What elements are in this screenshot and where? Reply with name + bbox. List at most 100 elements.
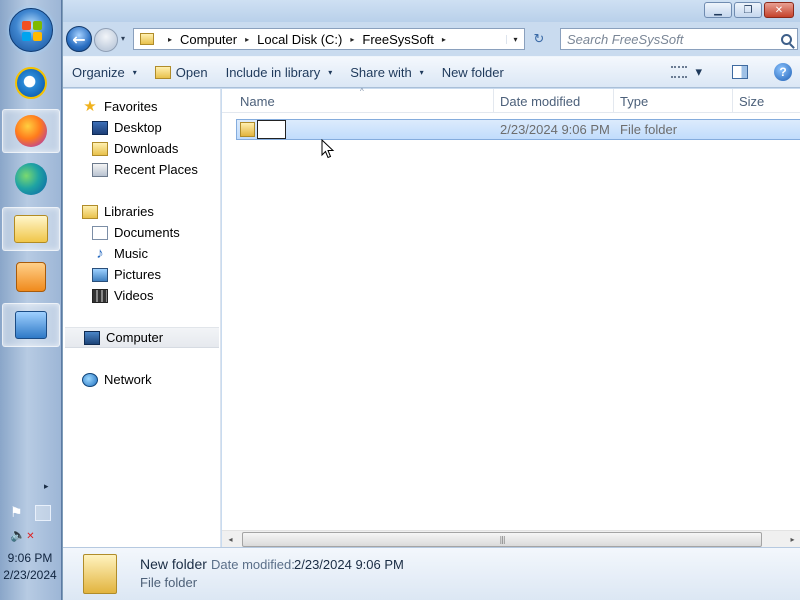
network-icon [82, 372, 98, 387]
nav-documents[interactable]: Documents [63, 222, 221, 243]
music-note-icon: ♪ [96, 244, 104, 262]
action-center-flag-icon[interactable]: ⚑ [10, 505, 23, 521]
taskbar-edge[interactable] [2, 157, 60, 201]
nav-pictures[interactable]: Pictures [63, 264, 221, 285]
explorer-window: ▁ ❐ ✕ ← ▾ ▸ Computer ▸ Local Disk (C:) ▸… [62, 0, 800, 600]
edge-icon [15, 163, 47, 195]
speaker-glyph: 🔈 [10, 528, 27, 543]
nav-downloads-label: Downloads [114, 141, 179, 156]
start-button[interactable] [9, 8, 53, 52]
taskbar-firefox[interactable] [2, 109, 60, 153]
nav-music[interactable]: ♪ Music [63, 243, 221, 264]
file-row-selected[interactable]: 2/23/2024 9:06 PM File folder [236, 119, 800, 140]
breadcrumb-separator[interactable]: ▸ [168, 35, 172, 44]
desktop-icon [92, 120, 108, 135]
column-name[interactable]: Name [234, 89, 494, 113]
share-with-button[interactable]: Share with ▾ [341, 60, 432, 84]
windows-logo-icon [22, 21, 42, 41]
show-hidden-icons-button[interactable]: ▸ [44, 482, 49, 492]
nav-libraries[interactable]: Libraries [63, 201, 221, 222]
minimize-button[interactable]: ▁ [704, 2, 732, 18]
search-placeholder: Search FreeSysSoft [567, 31, 684, 47]
nav-documents-label: Documents [114, 225, 180, 240]
breadcrumb-separator[interactable]: ▸ [350, 35, 354, 44]
window-controls: ▁ ❐ ✕ [704, 2, 794, 18]
nav-videos-label: Videos [114, 288, 154, 303]
pictures-icon [92, 267, 108, 282]
help-icon[interactable]: ? [774, 63, 792, 81]
volume-muted-icon[interactable]: 🔈✕ [10, 528, 35, 543]
change-view-icon[interactable] [671, 66, 688, 78]
nav-videos[interactable]: Videos [63, 285, 221, 306]
recent-pages-dropdown[interactable]: ▾ [121, 34, 125, 43]
windows-explorer-icon [14, 215, 48, 243]
documents-icon [92, 225, 108, 240]
scroll-left-button[interactable]: ◂ [222, 532, 239, 547]
taskbar-media-player[interactable] [2, 255, 60, 299]
nav-network-label: Network [104, 372, 152, 387]
title-bar[interactable]: ▁ ❐ ✕ [63, 0, 800, 22]
column-date-modified[interactable]: Date modified [494, 89, 614, 113]
column-header-row: ^ Name Date modified Type Size [222, 87, 800, 113]
preview-pane-icon[interactable] [732, 65, 748, 79]
videos-film-icon [92, 288, 108, 303]
nav-desktop[interactable]: Desktop [63, 117, 221, 138]
nav-downloads[interactable]: Downloads [63, 138, 221, 159]
chevron-down-icon: ▾ [132, 67, 137, 77]
address-dropdown-button[interactable]: ▾ [506, 34, 524, 44]
folder-large-icon [83, 554, 117, 594]
taskbar-windows-explorer[interactable] [2, 207, 60, 251]
column-size[interactable]: Size [733, 89, 800, 113]
refresh-button[interactable]: ↻ [528, 29, 550, 49]
control-panel-icon [15, 311, 47, 339]
computer-icon [84, 330, 100, 345]
nav-favorites[interactable]: ★ Favorites [63, 96, 221, 117]
organize-button[interactable]: Organize ▾ [63, 60, 146, 84]
folder-icon [140, 33, 154, 45]
breadcrumb-computer[interactable]: Computer [180, 32, 237, 47]
share-with-label: Share with [350, 64, 412, 80]
nav-network[interactable]: Network [63, 369, 221, 390]
nav-desktop-label: Desktop [114, 120, 162, 135]
taskbar-control-panel[interactable] [2, 303, 60, 347]
nav-computer[interactable]: Computer [65, 327, 219, 348]
mouse-pointer-icon [321, 139, 335, 159]
details-date-label: Date modified: [211, 557, 295, 572]
media-player-icon [16, 262, 46, 292]
muted-mark: ✕ [26, 531, 35, 542]
open-folder-icon [154, 65, 171, 79]
back-button[interactable]: ← [66, 26, 92, 52]
clock-time[interactable]: 9:06 PM [0, 551, 60, 565]
search-input[interactable]: Search FreeSysSoft [560, 28, 798, 50]
taskbar: ▸ ⚑ 🔈✕ 9:06 PM 2/23/2024 [0, 0, 62, 600]
breadcrumb-separator[interactable]: ▸ [245, 35, 249, 44]
breadcrumb-separator[interactable]: ▸ [442, 35, 446, 44]
new-folder-label: New folder [441, 64, 504, 80]
clock-date[interactable]: 2/23/2024 [0, 568, 60, 582]
row-type: File folder [620, 122, 678, 137]
network-tray-icon[interactable] [35, 505, 51, 521]
breadcrumb-freesyssoft[interactable]: FreeSysSoft [362, 32, 434, 47]
column-type[interactable]: Type [614, 89, 733, 113]
close-button[interactable]: ✕ [764, 2, 794, 18]
forward-button[interactable] [94, 28, 118, 52]
address-bar[interactable]: ▸ Computer ▸ Local Disk (C:) ▸ FreeSysSo… [133, 28, 525, 50]
open-button[interactable]: Open [146, 60, 217, 84]
nav-music-label: Music [114, 246, 148, 261]
taskbar-internet-explorer[interactable] [2, 61, 60, 105]
organize-label: Organize [72, 64, 125, 80]
search-icon[interactable] [781, 33, 792, 45]
nav-libraries-label: Libraries [104, 204, 154, 219]
breadcrumb-local-disk[interactable]: Local Disk (C:) [257, 32, 342, 47]
new-folder-button[interactable]: New folder [433, 60, 513, 84]
include-in-library-button[interactable]: Include in library ▾ [217, 60, 342, 84]
rename-input[interactable] [257, 120, 286, 139]
scroll-right-button[interactable]: ▸ [784, 532, 800, 547]
scroll-thumb[interactable]: ||| [242, 532, 762, 547]
horizontal-scrollbar[interactable]: ◂ ||| ▸ [222, 530, 800, 547]
details-date-value: 2/23/2024 9:06 PM [294, 557, 404, 572]
maximize-button[interactable]: ❐ [734, 2, 762, 18]
nav-recent-places[interactable]: Recent Places [63, 159, 221, 180]
file-list-pane[interactable]: ^ Name Date modified Type Size 2/23/2024… [222, 87, 800, 547]
views-dropdown-icon[interactable]: ▾ [695, 64, 702, 80]
